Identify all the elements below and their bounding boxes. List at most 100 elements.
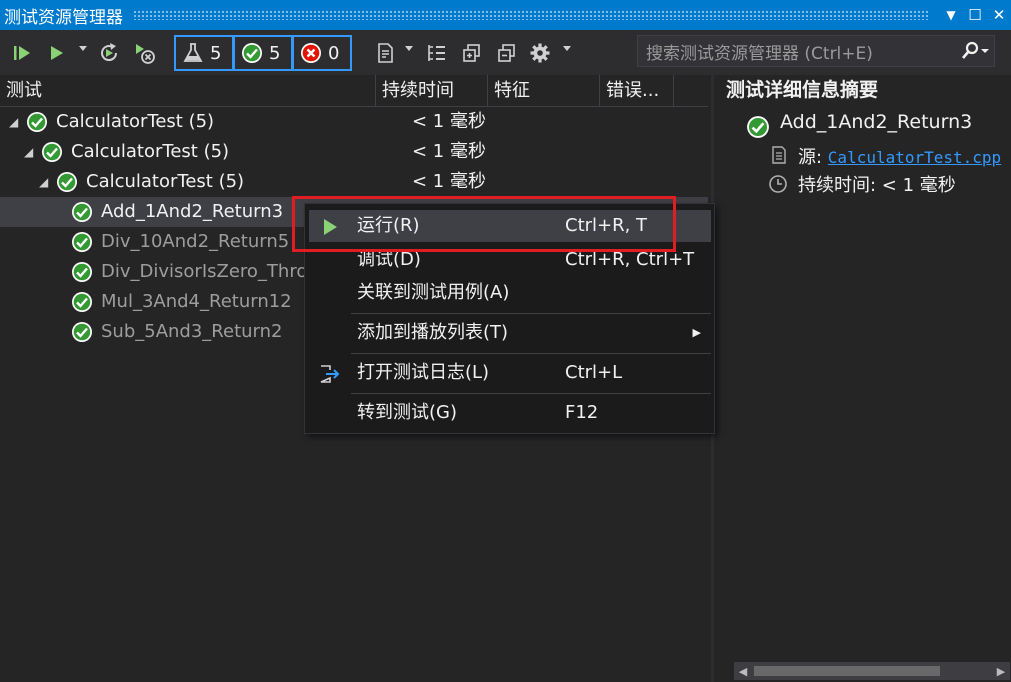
column-duration[interactable]: 持续时间	[376, 75, 488, 107]
search-box[interactable]: 搜索测试资源管理器 (Ctrl+E)	[637, 35, 995, 67]
chevron-down-icon	[79, 46, 87, 51]
playlist-button[interactable]	[372, 39, 398, 67]
settings-button[interactable]	[527, 39, 553, 67]
open-log-icon	[319, 363, 341, 385]
column-header: 测试 持续时间 特征 错误...	[0, 75, 708, 107]
run-button[interactable]	[44, 39, 68, 67]
title-grip[interactable]	[133, 10, 929, 20]
group-by-button[interactable]	[424, 39, 450, 67]
collapse-all-button[interactable]	[494, 39, 520, 67]
search-icon	[962, 41, 989, 59]
column-test[interactable]: 测试	[0, 75, 376, 107]
menu-item-label: 运行(R)	[357, 215, 420, 236]
test-duration: < 1 毫秒	[412, 171, 486, 192]
test-name: CalculatorTest (5)	[71, 141, 230, 162]
test-duration: < 1 毫秒	[412, 141, 486, 162]
tree-group-row[interactable]: ◢ CalculatorTest (5) < 1 毫秒	[0, 137, 708, 167]
chevron-down-icon	[563, 46, 571, 51]
expander-arrow-icon[interactable]: ◢	[24, 137, 33, 167]
repeat-run-button[interactable]	[96, 39, 122, 67]
menu-separator	[351, 393, 711, 394]
passed-count: 5	[269, 42, 281, 64]
details-title: 测试详细信息摘要	[726, 79, 879, 101]
window-dropdown-button[interactable]: ▼	[939, 0, 963, 30]
column-traits[interactable]: 特征	[488, 75, 600, 107]
menu-item-go-to-test[interactable]: 转到测试(G) F12	[309, 397, 711, 429]
passed-icon	[42, 142, 62, 162]
test-name: Mul_3And4_Return12	[101, 291, 292, 312]
column-error[interactable]: 错误...	[600, 75, 674, 107]
run-all-icon	[14, 45, 30, 60]
passed-icon	[72, 262, 92, 282]
window-close-button[interactable]: ✕	[987, 0, 1011, 30]
run-dropdown-button[interactable]	[78, 46, 88, 52]
details-duration: 持续时间: < 1 毫秒	[798, 175, 956, 196]
details-test-name: Add_1And2_Return3	[780, 111, 973, 133]
passed-icon	[242, 43, 262, 63]
search-input[interactable]: 搜索测试资源管理器 (Ctrl+E)	[638, 39, 956, 64]
play-icon	[51, 45, 63, 60]
window-title: 测试资源管理器	[4, 7, 123, 28]
passed-icon	[72, 202, 92, 222]
run-all-button[interactable]	[10, 39, 34, 67]
menu-item-debug[interactable]: 调试(D) Ctrl+R, Ctrl+T	[309, 244, 711, 276]
source-link[interactable]: CalculatorTest.cpp	[828, 148, 1001, 167]
test-name: Div_10And2_Return5	[101, 231, 290, 252]
details-horizontal-scrollbar[interactable]: ◀ ▶	[734, 662, 1010, 680]
playlist-icon	[378, 42, 393, 63]
test-details-panel: 测试详细信息摘要 Add_1And2_Return3 源: Calculator…	[711, 75, 1011, 682]
passed-icon	[57, 172, 77, 192]
test-name: CalculatorTest (5)	[86, 171, 245, 192]
menu-separator	[351, 313, 711, 314]
source-file-icon	[772, 146, 786, 164]
passed-icon	[72, 232, 92, 252]
flask-icon	[183, 43, 203, 62]
collapse-all-icon	[498, 43, 515, 62]
expander-arrow-icon[interactable]: ◢	[39, 167, 48, 197]
test-name: Add_1And2_Return3	[101, 201, 284, 222]
expander-arrow-icon[interactable]: ◢	[9, 107, 18, 137]
tree-group-row[interactable]: ◢ CalculatorTest (5) < 1 毫秒	[0, 107, 708, 137]
repeat-run-icon	[101, 42, 118, 61]
menu-item-label: 转到测试(G)	[357, 402, 457, 423]
clock-icon	[769, 175, 787, 193]
scroll-thumb[interactable]	[754, 666, 940, 676]
menu-separator	[351, 353, 711, 354]
test-name: CalculatorTest (5)	[56, 111, 215, 132]
toolbar: 5 5 0 搜索测试资源管理器 (Ctrl+E)	[0, 30, 1011, 75]
menu-item-add-to-playlist[interactable]: 添加到播放列表(T) ▶	[309, 317, 711, 349]
menu-item-run[interactable]: 运行(R) Ctrl+R, T	[309, 210, 711, 242]
menu-item-open-test-log[interactable]: 打开测试日志(L) Ctrl+L	[309, 357, 711, 389]
total-count: 5	[210, 42, 222, 64]
source-label: 源:	[798, 147, 828, 168]
window-maximize-button[interactable]: ☐	[963, 0, 987, 30]
menu-item-label: 关联到测试用例(A)	[357, 282, 510, 303]
menu-item-associate-test-case[interactable]: 关联到测试用例(A)	[309, 277, 711, 309]
passed-icon	[72, 292, 92, 312]
playlist-dropdown-button[interactable]	[404, 46, 414, 52]
filter-passed-button[interactable]: 5	[233, 35, 293, 71]
failed-count: 0	[328, 42, 340, 64]
search-button[interactable]	[956, 41, 994, 61]
expand-all-button[interactable]	[459, 39, 485, 67]
tree-group-row[interactable]: ◢ CalculatorTest (5) < 1 毫秒	[0, 167, 708, 197]
cancel-run-button[interactable]	[132, 39, 158, 67]
scroll-right-button[interactable]: ▶	[992, 662, 1010, 680]
settings-dropdown-button[interactable]	[562, 46, 572, 52]
menu-item-shortcut: Ctrl+L	[565, 362, 623, 383]
test-name: Div_DivisorIsZero_Throw	[101, 261, 323, 282]
details-source: 源: CalculatorTest.cpp	[798, 143, 1001, 169]
scroll-left-button[interactable]: ◀	[734, 662, 752, 680]
group-by-icon	[428, 44, 445, 61]
test-name: Sub_5And3_Return2	[101, 321, 283, 342]
test-duration: < 1 毫秒	[412, 111, 486, 132]
gear-icon	[530, 43, 550, 62]
menu-item-label: 添加到播放列表(T)	[357, 322, 509, 343]
menu-item-shortcut: Ctrl+R, T	[565, 215, 648, 236]
chevron-down-icon	[405, 46, 413, 51]
cancel-run-icon	[136, 43, 155, 64]
filter-failed-button[interactable]: 0	[292, 35, 352, 71]
context-menu: 运行(R) Ctrl+R, T 调试(D) Ctrl+R, Ctrl+T 关联到…	[304, 203, 715, 434]
passed-icon	[747, 116, 769, 138]
filter-total-button[interactable]: 5	[174, 35, 234, 71]
